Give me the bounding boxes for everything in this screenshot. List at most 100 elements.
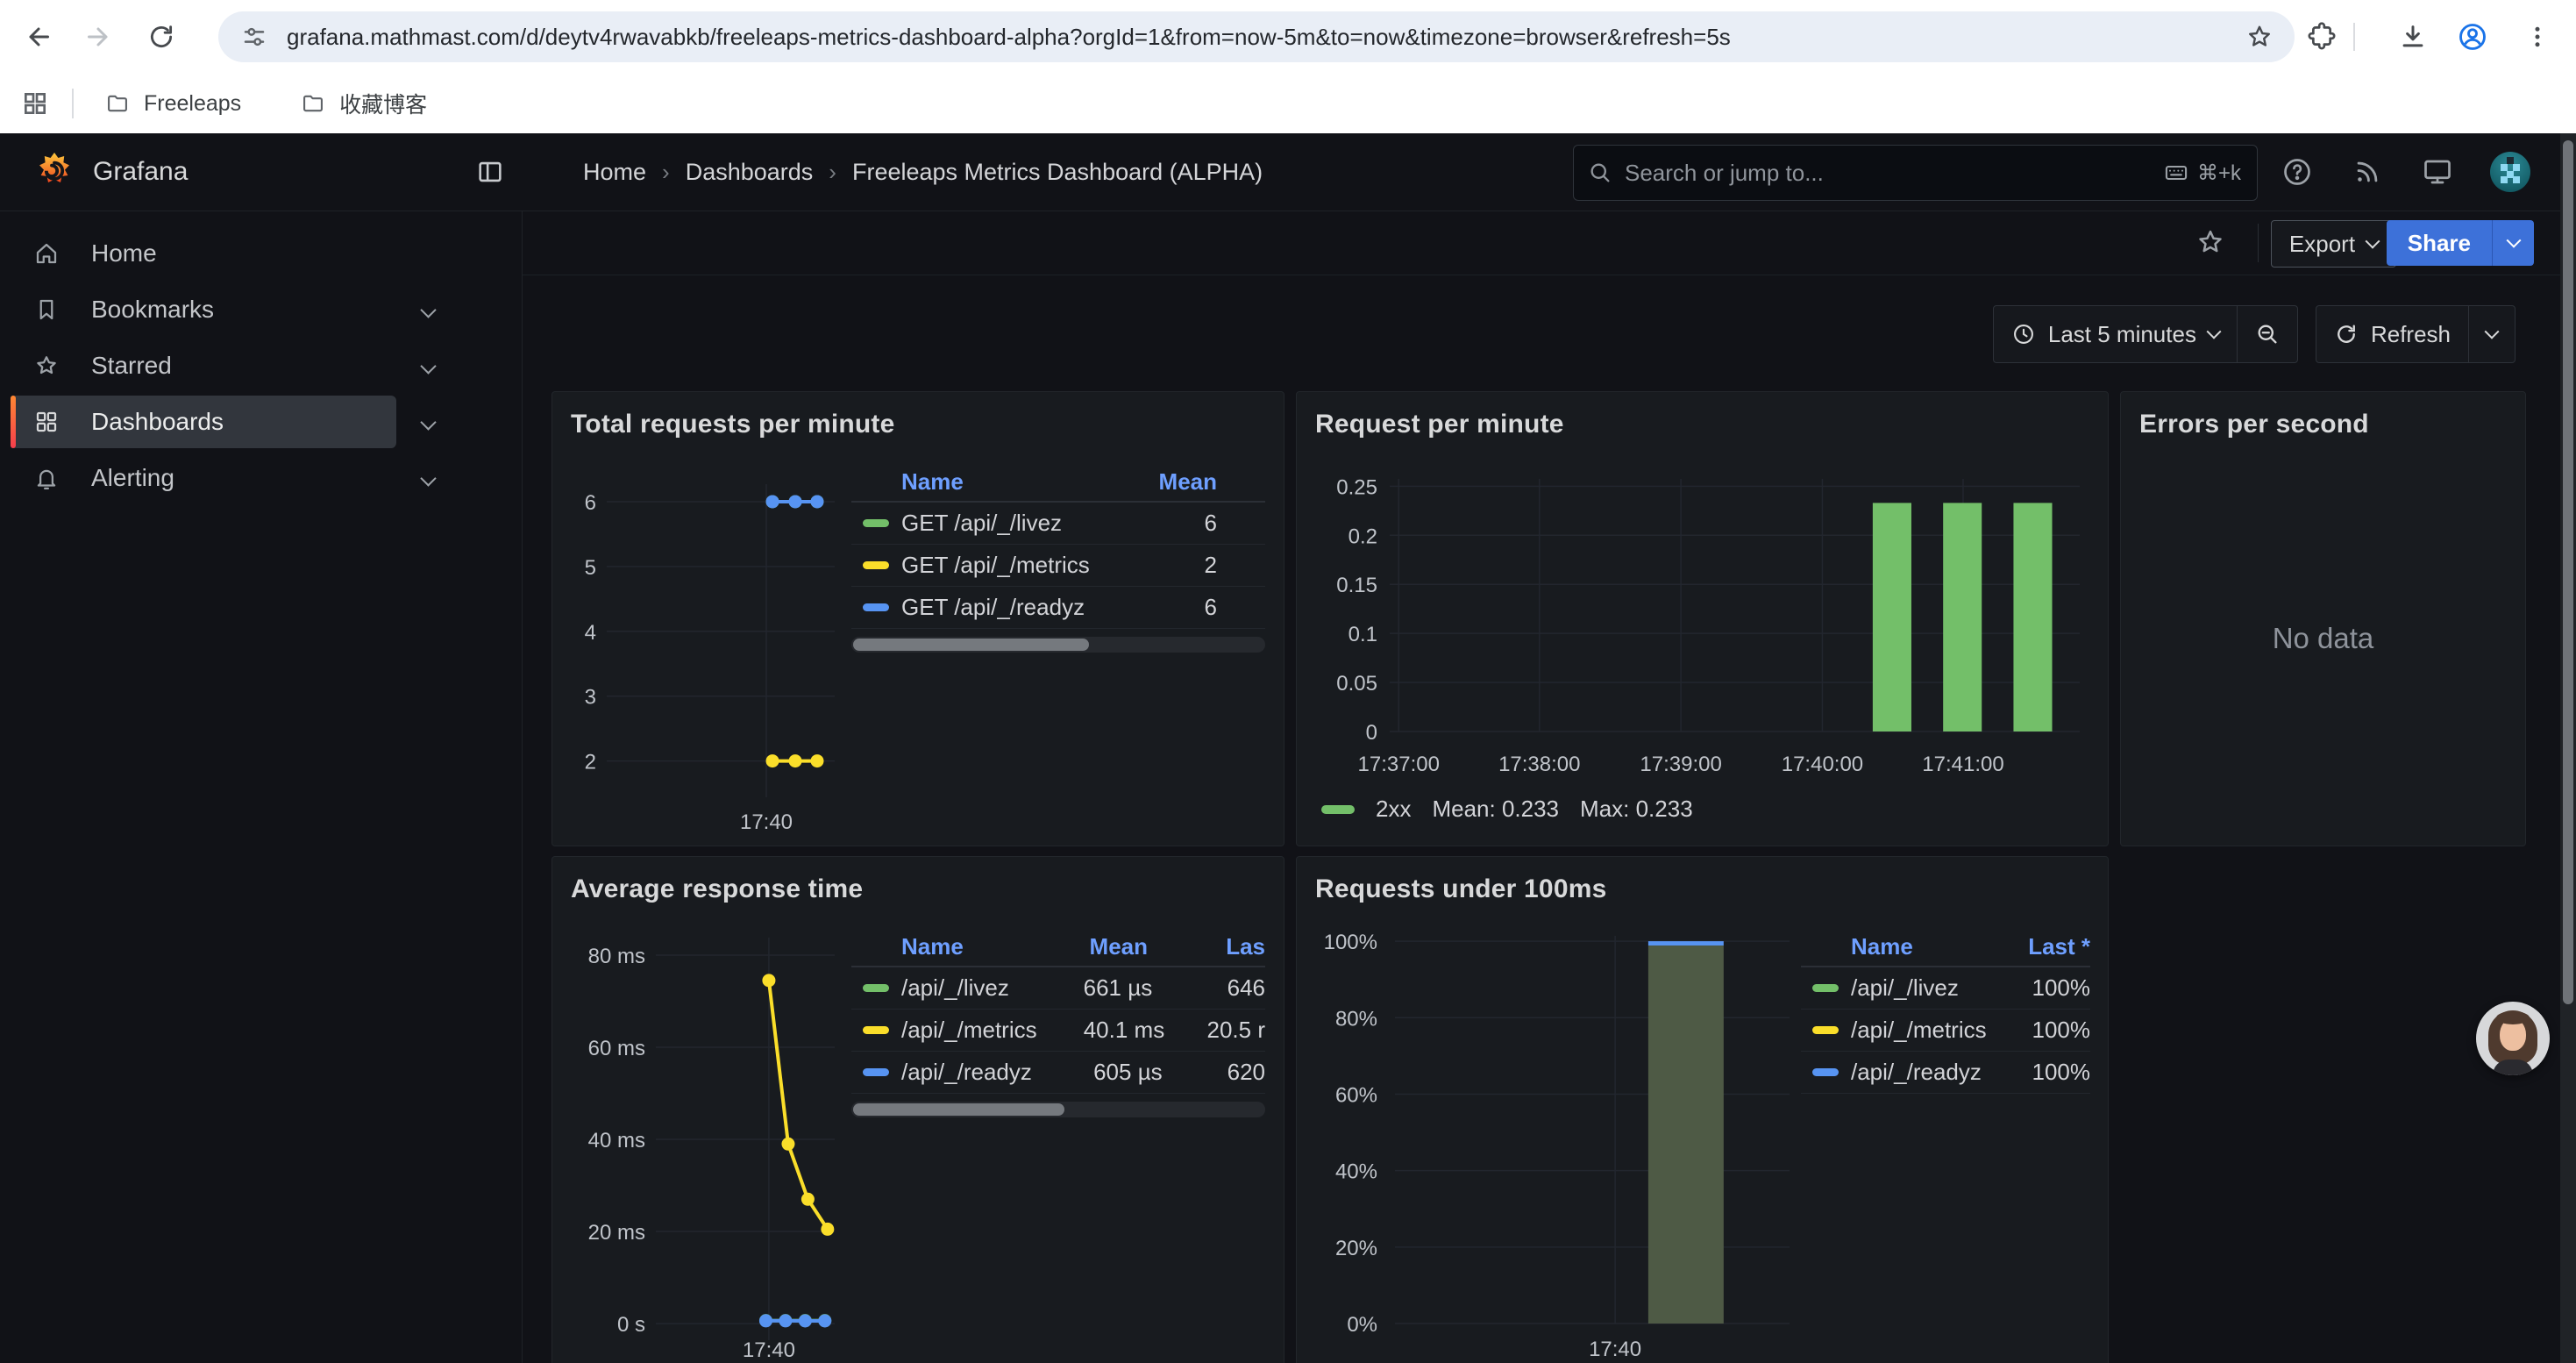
keyboard-icon [2164,161,2188,185]
refresh-group: Refresh [2316,305,2516,363]
chevron-down-icon [2206,325,2221,339]
browser-chrome: grafana.mathmast.com/d/deytv4rwavabkb/fr… [0,0,2576,133]
bookmark-label: Freeleaps [144,91,241,117]
url-text: grafana.mathmast.com/d/deytv4rwavabkb/fr… [287,24,2245,51]
sidebar-item-label: Home [91,239,157,268]
reload-button[interactable] [137,12,186,61]
help-button[interactable] [2276,151,2318,193]
sidebar-item-home[interactable]: Home [11,227,396,280]
panel-total-requests: Total requests per minute 17:4023456 Nam… [551,391,1284,846]
search-input[interactable]: Search or jump to... ⌘+k [1573,145,2258,201]
legend-col-value[interactable]: Las [1148,933,1265,960]
site-settings-icon[interactable] [241,24,267,50]
bookmark-list: Freeleaps 收藏博客 [95,81,476,126]
grafana-logo[interactable] [33,151,75,193]
grafana-app: Grafana Home›Dashboards›Freeleaps Metric… [0,133,2576,1363]
profile-button[interactable] [2448,12,2497,61]
breadcrumb-item[interactable]: Dashboards [686,159,814,186]
news-button[interactable] [2346,151,2388,193]
share-dropdown-button[interactable] [2492,220,2534,266]
sidebar-item-label: Bookmarks [91,296,214,324]
legend-col-value[interactable]: Mean [1059,468,1265,496]
assistant-avatar[interactable] [2476,1002,2550,1075]
user-avatar[interactable] [2490,152,2530,192]
svg-text:0.15: 0.15 [1336,574,1377,597]
legend-row[interactable]: /api/_/metrics40.1 ms20.5 r [851,1010,1265,1052]
panel-legend[interactable]: 2xx Mean: 0.233 Max: 0.233 [1321,796,1693,823]
breadcrumb-separator: › [829,159,836,186]
export-button[interactable]: Export [2271,220,2396,268]
series-name: /api/_/livez [901,974,1009,1002]
forward-button[interactable] [74,12,123,61]
legend-row[interactable]: GET /api/_/metrics2 [851,545,1265,587]
help-icon [2281,156,2313,188]
monitor-icon [2422,156,2453,188]
extensions-button[interactable] [2297,12,2346,61]
forward-icon [82,21,114,53]
breadcrumb-item[interactable]: Home [583,159,646,186]
time-range-group: Last 5 minutes [1993,305,2298,363]
breadcrumb-item[interactable]: Freeleaps Metrics Dashboard (ALPHA) [852,159,1263,186]
legend-row[interactable]: GET /api/_/livez6 [851,503,1265,545]
bookmark-star-icon[interactable] [2245,23,2274,51]
legend-col-value[interactable]: Last * [1994,933,2090,960]
legend-col-name[interactable]: Name [851,468,1059,496]
chevron-down-icon [420,470,436,486]
time-range-picker[interactable]: Last 5 minutes [1994,306,2237,362]
bookmark-label: 收藏博客 [339,88,427,119]
sidebar-item-dashboards[interactable]: Dashboards [11,396,396,448]
bookmark-icon [33,296,60,323]
legend-row[interactable]: /api/_/readyz605 µs620 [851,1052,1265,1094]
share-button[interactable]: Share [2387,220,2534,266]
legend-row[interactable]: GET /api/_/readyz6 [851,587,1265,629]
series-name: /api/_/readyz [901,1059,1032,1086]
legend-col-value[interactable]: Mean [999,933,1148,960]
sidebar-item-alerting[interactable]: Alerting [11,452,396,504]
svg-text:17:40:00: 17:40:00 [1782,753,1863,776]
series-name: /api/_/metrics [1851,1017,1987,1044]
legend-row[interactable]: /api/_/readyz100% [1801,1052,2090,1094]
legend-row[interactable]: /api/_/livez100% [1801,967,2090,1010]
chevron-down-icon [2485,325,2500,339]
scrollbar-thumb[interactable] [853,1103,1064,1116]
legend-col-name[interactable]: Name [1801,933,1994,960]
panel-title[interactable]: Errors per second [2139,410,2369,439]
share-label: Share [2387,220,2492,266]
back-icon [23,21,54,53]
svg-text:0.1: 0.1 [1348,623,1377,646]
svg-text:17:37:00: 17:37:00 [1358,753,1440,776]
legend-row[interactable]: /api/_/livez661 µs646 [851,967,1265,1010]
url-bar[interactable]: grafana.mathmast.com/d/deytv4rwavabkb/fr… [218,11,2295,62]
bookmark-folder[interactable]: Freeleaps [95,81,252,126]
svg-text:80 ms: 80 ms [588,945,645,968]
sidebar-item-label: Alerting [91,464,174,492]
svg-text:0 s: 0 s [617,1313,645,1337]
zoom-out-button[interactable] [2238,306,2297,362]
svg-text:60 ms: 60 ms [588,1037,645,1060]
favorite-dashboard-button[interactable] [2195,227,2225,257]
back-button[interactable] [14,12,63,61]
apps-grid-icon[interactable] [21,89,49,118]
sub-header-separator [2258,224,2259,262]
chevron-down-icon [420,302,436,318]
legend-scrollbar[interactable] [851,637,1265,653]
series-value: 661 µs [1009,974,1152,1002]
scrollbar-thumb[interactable] [2563,140,2573,1004]
sidebar-item-bookmarks[interactable]: Bookmarks [11,283,396,336]
kiosk-mode-button[interactable] [2416,151,2459,193]
bookmark-folder[interactable]: 收藏博客 [290,81,438,126]
legend-col-name[interactable]: Name [851,933,999,960]
chart-request-per-minute: 17:37:0017:38:0017:39:0017:40:0017:41:00… [1297,392,2108,846]
brand-title: Grafana [93,133,188,211]
refresh-interval-dropdown[interactable] [2469,306,2515,362]
sidebar-item-starred[interactable]: Starred [11,339,396,392]
series-color-pill [863,1068,889,1076]
browser-menu-button[interactable] [2513,12,2562,61]
sidebar-toggle[interactable] [473,155,507,189]
legend-row[interactable]: /api/_/metrics100% [1801,1010,2090,1052]
downloads-button[interactable] [2388,12,2437,61]
legend-scrollbar[interactable] [851,1102,1265,1117]
refresh-button[interactable]: Refresh [2316,306,2468,362]
scrollbar-thumb[interactable] [853,639,1089,651]
sidebar-item-label: Starred [91,352,172,380]
